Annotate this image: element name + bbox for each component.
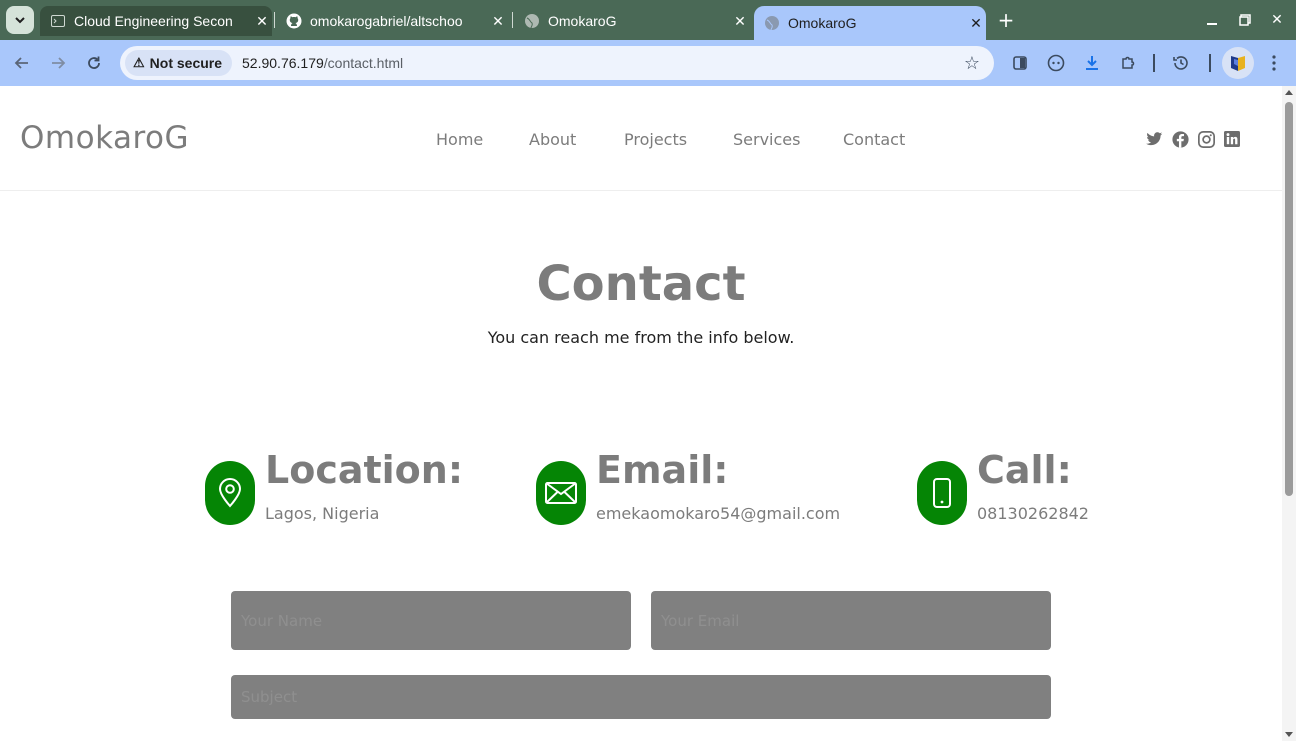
name-input[interactable] — [231, 591, 631, 650]
url-host: 52.90.76.179 — [242, 55, 324, 71]
web-page: OmokaroG Home About Projects Services Co… — [0, 86, 1282, 741]
call-heading: Call: — [977, 448, 1072, 492]
profile-avatar[interactable] — [1222, 47, 1254, 79]
location-value: Lagos, Nigeria — [265, 504, 380, 523]
instagram-icon[interactable] — [1197, 130, 1215, 148]
page-title: Contact — [536, 256, 746, 312]
location-pin-icon — [205, 461, 255, 525]
scroll-down-arrow-icon[interactable] — [1285, 732, 1293, 737]
tab-omokarog[interactable]: OmokaroG ✕ — [514, 6, 750, 36]
url-path: /contact.html — [323, 55, 404, 71]
browser-toolbar: ⚠ Not secure 52.90.76.179/contact.html ☆ — [0, 40, 1296, 86]
reading-mode-icon[interactable] — [1009, 52, 1031, 74]
tab-github-repo[interactable]: omokarogabriel/altschoo ✕ — [276, 6, 508, 36]
maximize-icon[interactable] — [1233, 8, 1257, 32]
reload-button[interactable] — [80, 49, 108, 77]
toolbar-separator — [1209, 54, 1211, 72]
kebab-menu-icon[interactable] — [1263, 52, 1285, 74]
tab-title: OmokaroG — [548, 13, 617, 29]
terminal-icon — [50, 13, 66, 29]
site-header: OmokaroG Home About Projects Services Co… — [0, 86, 1282, 191]
call-value[interactable]: 08130262842 — [977, 504, 1089, 523]
toolbar-separator — [1153, 54, 1155, 72]
warning-icon: ⚠ — [133, 55, 145, 70]
phone-icon — [917, 461, 967, 525]
minimize-icon[interactable] — [1200, 8, 1224, 32]
chevron-down-icon — [15, 17, 25, 24]
new-tab-button[interactable]: + — [994, 8, 1018, 32]
security-label: Not secure — [149, 55, 223, 71]
close-icon[interactable]: ✕ — [966, 13, 986, 33]
nav-about[interactable]: About — [529, 130, 576, 149]
email-value[interactable]: emekaomokaro54@gmail.com — [596, 504, 840, 523]
globe-icon — [764, 15, 780, 31]
arrow-right-icon — [52, 57, 66, 69]
location-heading: Location: — [265, 448, 464, 492]
close-window-icon[interactable]: ✕ — [1265, 8, 1289, 32]
nav-projects[interactable]: Projects — [624, 130, 687, 149]
url-text[interactable]: 52.90.76.179/contact.html — [242, 55, 403, 71]
page-subtitle: You can reach me from the info below. — [487, 328, 795, 347]
address-bar[interactable]: ⚠ Not secure 52.90.76.179/contact.html ☆ — [120, 46, 994, 80]
extensions-puzzle-icon[interactable] — [1117, 52, 1139, 74]
bookmark-star-icon[interactable]: ☆ — [964, 53, 980, 74]
forward-button[interactable] — [44, 49, 72, 77]
envelope-icon — [536, 461, 586, 525]
extension-circle-icon[interactable] — [1045, 52, 1067, 74]
tab-separator — [274, 12, 275, 28]
globe-icon — [524, 13, 540, 29]
nav-home[interactable]: Home — [436, 130, 483, 149]
avatar-icon — [1231, 56, 1245, 71]
page-scrollbar[interactable] — [1282, 86, 1296, 741]
email-input[interactable] — [651, 591, 1051, 650]
facebook-icon[interactable] — [1171, 130, 1189, 148]
email-heading: Email: — [596, 448, 729, 492]
arrow-left-icon — [14, 57, 28, 69]
github-icon — [286, 13, 302, 29]
download-icon[interactable] — [1081, 52, 1103, 74]
tab-separator — [512, 12, 513, 28]
reload-icon — [88, 56, 100, 69]
tab-omokarog-active[interactable]: OmokaroG ✕ — [754, 6, 986, 40]
history-icon[interactable] — [1170, 52, 1192, 74]
tab-title: OmokaroG — [788, 15, 857, 31]
nav-services[interactable]: Services — [733, 130, 800, 149]
tab-title: Cloud Engineering Secon — [74, 13, 233, 29]
scroll-up-arrow-icon[interactable] — [1285, 90, 1293, 95]
tab-cloud-engineering[interactable]: Cloud Engineering Secon ✕ — [40, 6, 272, 36]
close-icon[interactable]: ✕ — [730, 11, 750, 31]
linkedin-icon[interactable] — [1223, 130, 1241, 148]
nav-contact[interactable]: Contact — [843, 130, 905, 149]
tab-title: omokarogabriel/altschoo — [310, 13, 463, 29]
security-chip[interactable]: ⚠ Not secure — [125, 50, 233, 76]
back-button[interactable] — [8, 49, 36, 77]
site-logo[interactable]: OmokaroG — [20, 120, 189, 156]
twitter-icon[interactable] — [1145, 130, 1163, 148]
scroll-thumb[interactable] — [1285, 102, 1293, 496]
close-icon[interactable]: ✕ — [252, 11, 272, 31]
close-icon[interactable]: ✕ — [488, 11, 508, 31]
subject-input[interactable] — [231, 675, 1051, 719]
tab-search-button[interactable] — [6, 6, 34, 34]
tab-strip: Cloud Engineering Secon ✕ omokarogabriel… — [0, 0, 1296, 40]
